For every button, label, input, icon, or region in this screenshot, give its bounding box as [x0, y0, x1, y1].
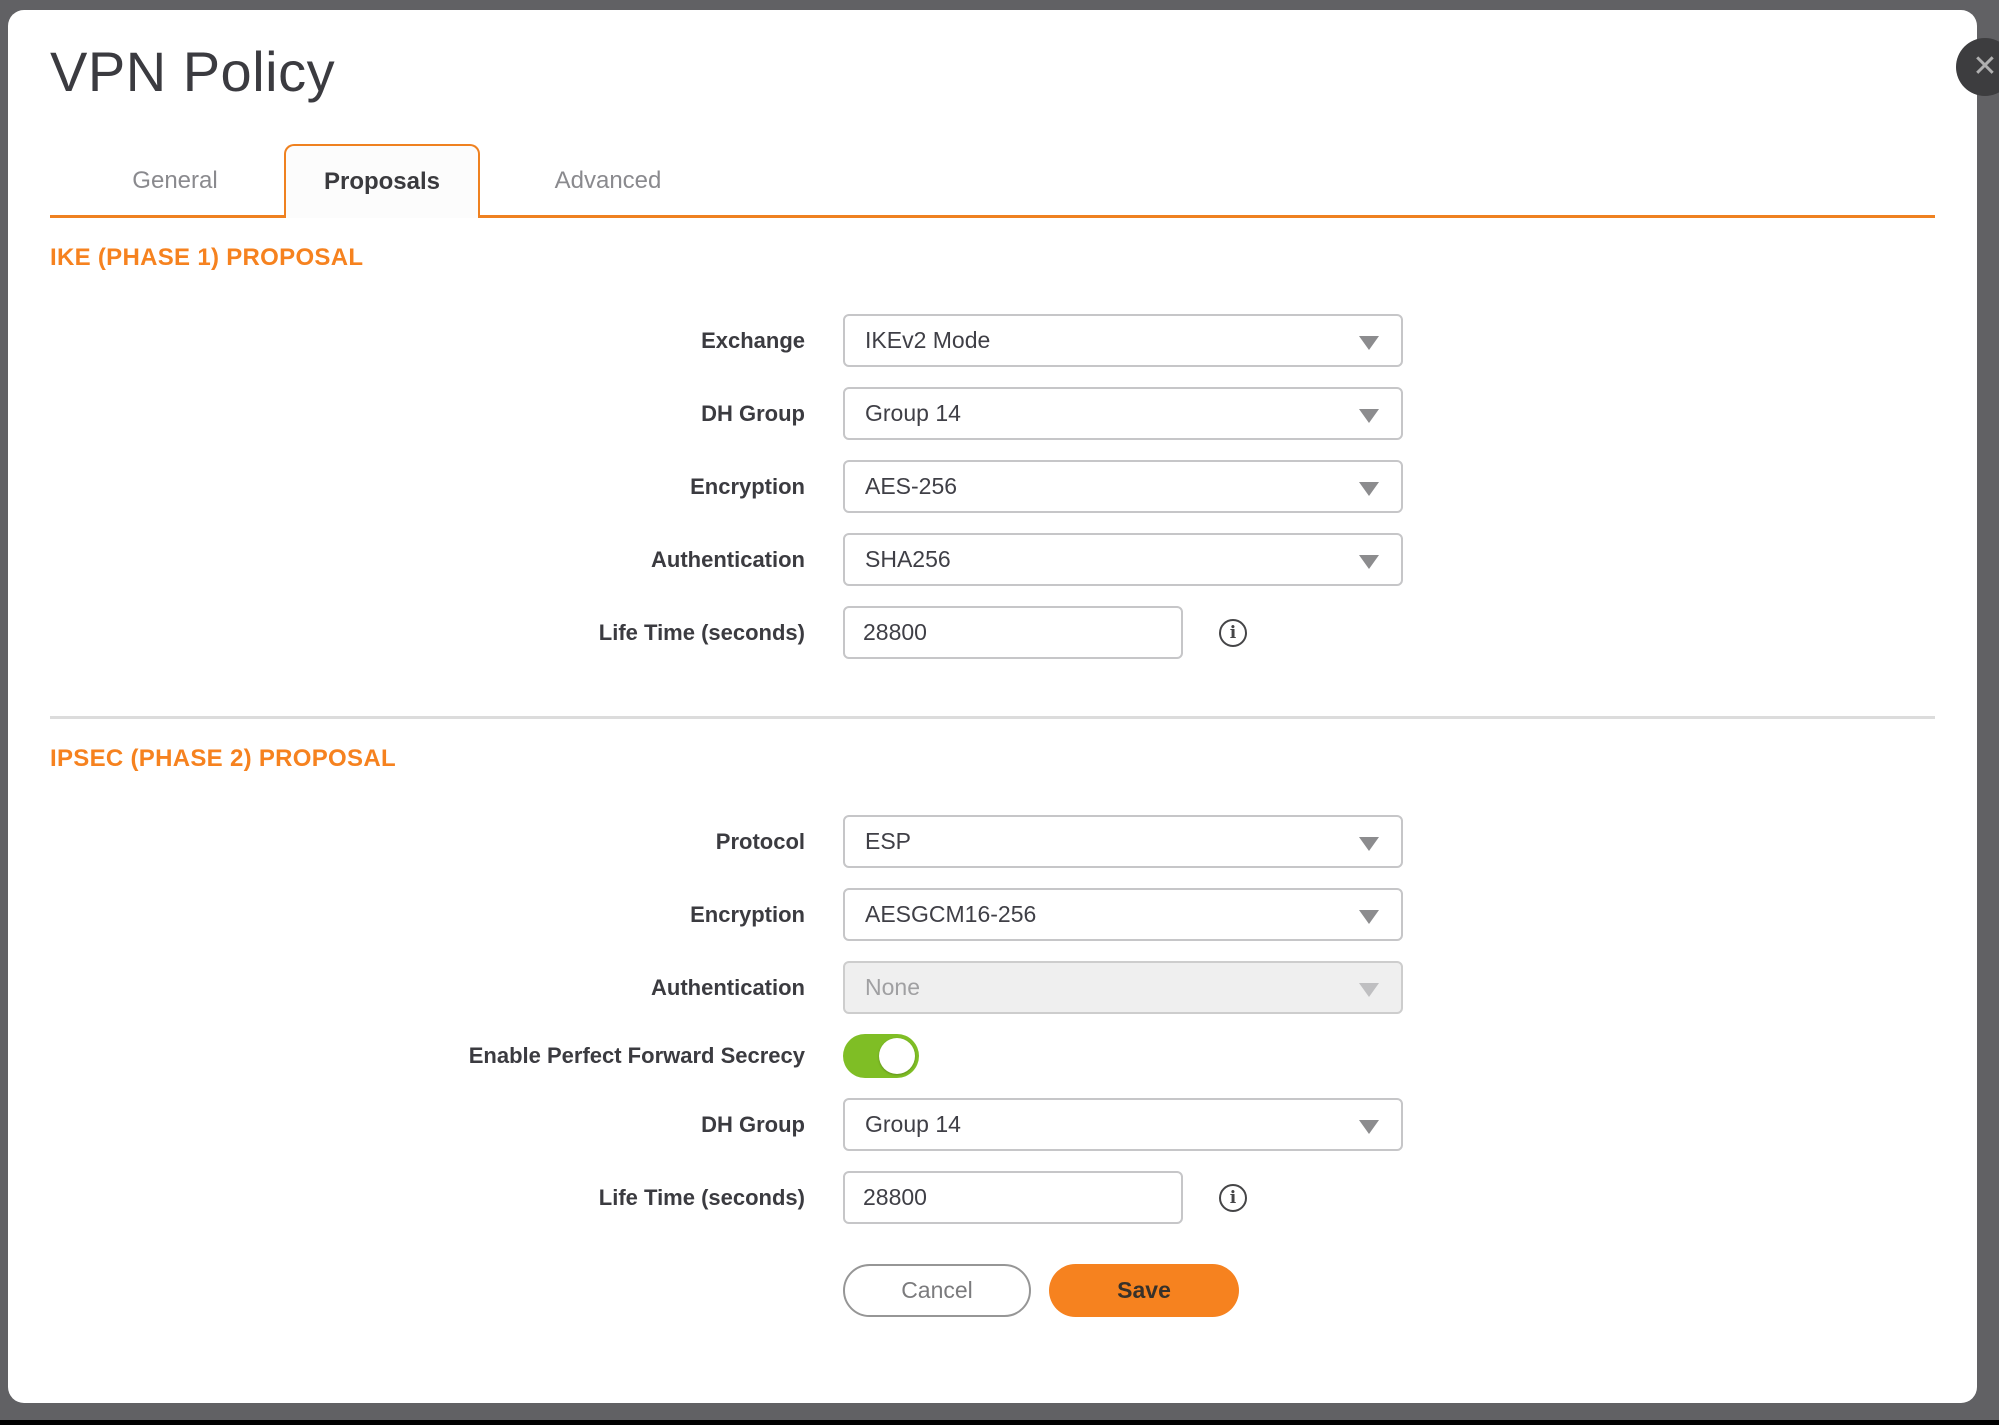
form-row-encryption-p2: Encryption AESGCM16-256: [50, 888, 1935, 941]
authentication-p2-select-disabled: None: [843, 961, 1403, 1014]
form-row-authentication-p2: Authentication None: [50, 961, 1935, 1014]
authentication-p2-select-value: None: [865, 974, 920, 1001]
dialog-title: VPN Policy: [50, 40, 1935, 104]
dropdown-arrow-icon: [1359, 1120, 1379, 1134]
close-icon: ✕: [1972, 52, 1997, 82]
encryption-p1-label: Encryption: [50, 474, 843, 500]
form-row-dh-group-p1: DH Group Group 14: [50, 387, 1935, 440]
info-icon[interactable]: i: [1219, 619, 1247, 647]
section-heading-ipsec-phase2: IPSEC (PHASE 2) PROPOSAL: [50, 745, 1935, 773]
form-row-life-time-p2: Life Time (seconds) i: [50, 1171, 1935, 1224]
section-divider: [50, 716, 1935, 719]
save-button[interactable]: Save: [1049, 1264, 1239, 1317]
pfs-toggle-on[interactable]: [843, 1034, 919, 1078]
dropdown-arrow-icon: [1359, 409, 1379, 423]
protocol-label: Protocol: [50, 829, 843, 855]
info-icon[interactable]: i: [1219, 1184, 1247, 1212]
section-ike-phase1: IKE (PHASE 1) PROPOSAL Exchange IKEv2 Mo…: [50, 244, 1935, 659]
cancel-button[interactable]: Cancel: [843, 1264, 1031, 1317]
form-row-exchange: Exchange IKEv2 Mode: [50, 314, 1935, 367]
protocol-select[interactable]: ESP: [843, 815, 1403, 868]
exchange-label: Exchange: [50, 328, 843, 354]
form-row-pfs: Enable Perfect Forward Secrecy: [50, 1034, 1935, 1078]
authentication-p1-label: Authentication: [50, 547, 843, 573]
life-time-p1-label: Life Time (seconds): [50, 620, 843, 646]
dropdown-arrow-icon: [1359, 983, 1379, 997]
life-time-p2-input[interactable]: [843, 1171, 1183, 1224]
authentication-p1-select[interactable]: SHA256: [843, 533, 1403, 586]
section-ipsec-phase2: IPSEC (PHASE 2) PROPOSAL Protocol ESP En…: [50, 745, 1935, 1224]
dh-group-p2-select-value: Group 14: [865, 1111, 961, 1138]
form-row-authentication-p1: Authentication SHA256: [50, 533, 1935, 586]
form-row-protocol: Protocol ESP: [50, 815, 1935, 868]
dropdown-arrow-icon: [1359, 837, 1379, 851]
life-time-p1-input[interactable]: [843, 606, 1183, 659]
tab-proposals[interactable]: Proposals: [284, 144, 480, 218]
life-time-p2-label: Life Time (seconds): [50, 1185, 843, 1211]
toggle-knob: [879, 1038, 915, 1074]
tab-advanced[interactable]: Advanced: [508, 144, 708, 218]
encryption-p1-select-value: AES-256: [865, 473, 957, 500]
dh-group-p2-select[interactable]: Group 14: [843, 1098, 1403, 1151]
dh-group-p1-select[interactable]: Group 14: [843, 387, 1403, 440]
tab-general[interactable]: General: [80, 144, 270, 218]
authentication-p1-select-value: SHA256: [865, 546, 951, 573]
protocol-select-value: ESP: [865, 828, 911, 855]
dropdown-arrow-icon: [1359, 482, 1379, 496]
tab-bar: General Proposals Advanced: [50, 144, 1935, 218]
dropdown-arrow-icon: [1359, 336, 1379, 350]
pfs-label: Enable Perfect Forward Secrecy: [50, 1043, 843, 1069]
dropdown-arrow-icon: [1359, 555, 1379, 569]
exchange-select[interactable]: IKEv2 Mode: [843, 314, 1403, 367]
dropdown-arrow-icon: [1359, 910, 1379, 924]
form-row-life-time-p1: Life Time (seconds) i: [50, 606, 1935, 659]
encryption-p1-select[interactable]: AES-256: [843, 460, 1403, 513]
dh-group-p1-label: DH Group: [50, 401, 843, 427]
exchange-select-value: IKEv2 Mode: [865, 327, 990, 354]
authentication-p2-label: Authentication: [50, 975, 843, 1001]
encryption-p2-select[interactable]: AESGCM16-256: [843, 888, 1403, 941]
encryption-p2-select-value: AESGCM16-256: [865, 901, 1036, 928]
section-heading-ike-phase1: IKE (PHASE 1) PROPOSAL: [50, 244, 1935, 272]
dh-group-p1-select-value: Group 14: [865, 400, 961, 427]
vpn-policy-dialog: VPN Policy General Proposals Advanced IK…: [8, 10, 1977, 1403]
dh-group-p2-label: DH Group: [50, 1112, 843, 1138]
form-row-dh-group-p2: DH Group Group 14: [50, 1098, 1935, 1151]
dialog-footer: Cancel Save: [843, 1264, 1935, 1317]
encryption-p2-label: Encryption: [50, 902, 843, 928]
form-row-encryption-p1: Encryption AES-256: [50, 460, 1935, 513]
